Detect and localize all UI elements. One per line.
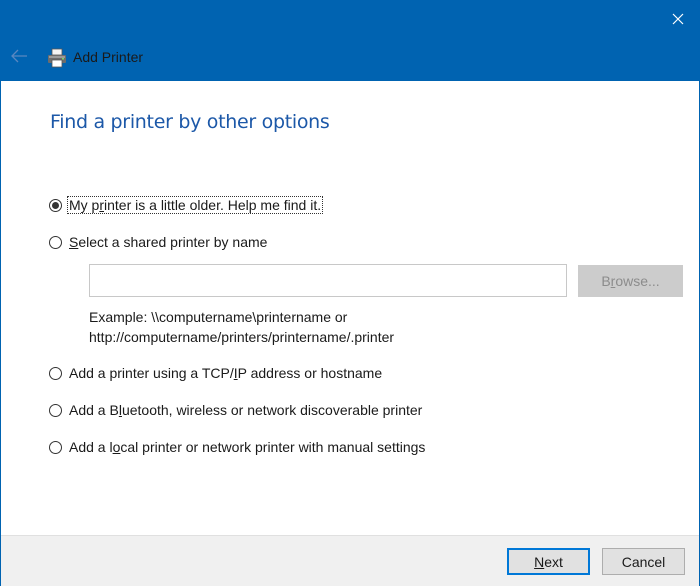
radio-bluetooth[interactable] [49,403,62,417]
browse-button[interactable]: Browse... [578,265,683,297]
option-shared-printer[interactable]: Select a shared printer by name [49,234,268,250]
close-button[interactable] [663,7,693,31]
add-printer-window: Add Printer Find a printer by other opti… [0,0,700,586]
option-label: Select a shared printer by name [69,234,268,250]
footer-bar: Next Cancel [1,535,699,586]
radio-shared-printer[interactable] [49,235,62,249]
title-bar: Add Printer [1,1,699,81]
shared-printer-name-input[interactable] [89,264,567,297]
option-bluetooth[interactable]: Add a Bluetooth, wireless or network dis… [49,402,423,418]
cancel-button[interactable]: Cancel [602,548,685,575]
radio-tcpip[interactable] [49,366,62,380]
back-arrow-icon [11,49,27,63]
back-button[interactable] [9,47,31,67]
option-older-printer[interactable]: My printer is a little older. Help me fi… [49,196,324,214]
option-tcpip[interactable]: Add a printer using a TCP/IP address or … [49,365,383,381]
next-button[interactable]: Next [507,548,590,575]
radio-local[interactable] [49,440,62,454]
example-text: Example: \\computername\printername or h… [89,307,394,347]
close-icon [672,13,684,25]
page-heading: Find a printer by other options [50,111,330,133]
option-label: Add a local printer or network printer w… [69,439,426,455]
option-local[interactable]: Add a local printer or network printer w… [49,439,426,455]
option-label: Add a Bluetooth, wireless or network dis… [69,402,423,418]
example-line-2: http://computername/printers/printername… [89,329,395,345]
option-label: My printer is a little older. Help me fi… [66,196,324,214]
example-line-1: Example: \\computername\printername or [89,309,348,325]
printer-icon [46,47,68,69]
option-label: Add a printer using a TCP/IP address or … [69,365,383,381]
radio-older-printer[interactable] [49,198,62,212]
window-title: Add Printer [73,49,144,65]
